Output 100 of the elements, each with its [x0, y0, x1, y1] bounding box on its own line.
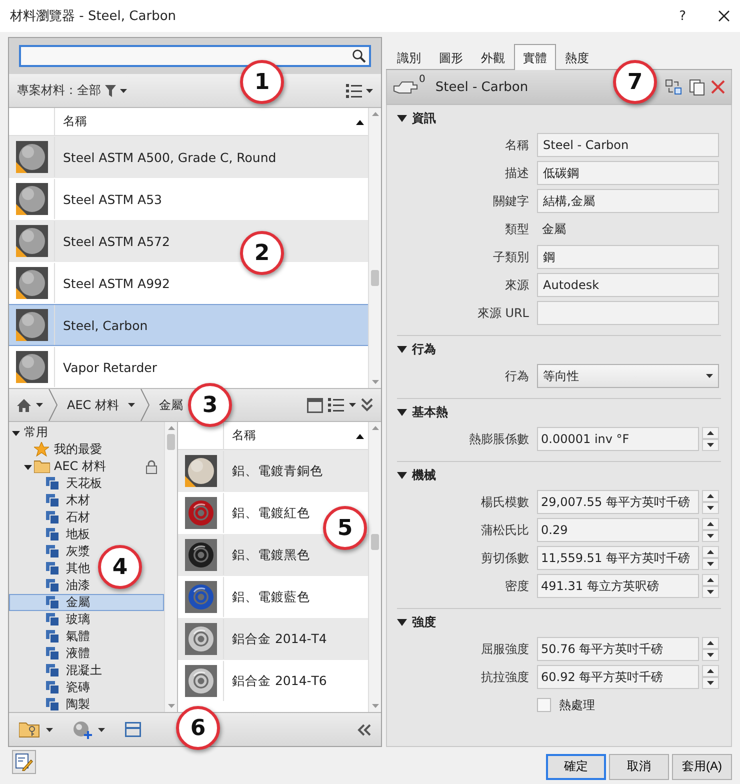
tree-item[interactable]: 油漆 — [9, 577, 91, 594]
tree-item[interactable]: 陶製 — [9, 696, 91, 712]
field-label: 密度 — [504, 578, 529, 594]
close-icon[interactable] — [718, 10, 730, 22]
text-field[interactable]: Autodesk — [537, 273, 719, 297]
material-row[interactable]: 鋁、電鍍青銅色 — [178, 450, 368, 492]
filter-icon[interactable] — [105, 84, 116, 96]
spin-buttons[interactable] — [702, 665, 719, 689]
number-field[interactable]: 50.76 每平方英吋千磅 — [537, 637, 699, 661]
collapse-icon[interactable] — [12, 428, 20, 436]
help-button[interactable]: ? — [679, 8, 686, 24]
scroll-thumb[interactable] — [371, 270, 379, 286]
text-field[interactable]: Steel - Carbon — [537, 133, 719, 157]
section-title: 機械 — [412, 466, 436, 484]
number-field[interactable]: 29,007.55 每平方英吋千磅 — [537, 490, 699, 514]
tree-item[interactable]: 石材 — [9, 509, 91, 526]
panel-icon[interactable] — [307, 398, 323, 412]
tree-item[interactable]: 其他 — [9, 560, 91, 577]
search-icon[interactable] — [352, 49, 366, 63]
double-chevron-down-icon[interactable] — [361, 398, 373, 412]
number-field[interactable]: 60.92 每平方英吋千磅 — [537, 665, 699, 689]
scroll-thumb[interactable] — [167, 434, 175, 450]
tree-item[interactable]: AEC 材料 — [9, 458, 164, 475]
checkbox[interactable] — [537, 698, 551, 712]
tree-item[interactable]: 混凝土 — [9, 662, 103, 679]
folder-key-icon[interactable] — [19, 722, 41, 738]
number-field[interactable]: 0.29 — [537, 518, 699, 542]
tab[interactable]: 熱度 — [556, 45, 598, 69]
scrollbar[interactable] — [368, 422, 381, 712]
number-field[interactable]: 11,559.51 每平方英吋千磅 — [537, 546, 699, 570]
tree-item[interactable]: 常用 — [9, 424, 69, 441]
dropdown[interactable]: 等向性 — [537, 364, 719, 388]
text-field[interactable] — [537, 301, 719, 325]
material-row[interactable]: 鋁合金 2014-T6 — [178, 660, 368, 702]
tree-item[interactable]: 金屬 — [9, 594, 164, 611]
column-header[interactable]: 名稱 — [55, 113, 352, 130]
collapse-icon[interactable] — [397, 113, 407, 123]
material-row[interactable]: 鋁、電鍍藍色 — [178, 576, 368, 618]
collapse-icon[interactable] — [397, 407, 407, 417]
edit-button[interactable] — [12, 750, 36, 774]
text-field[interactable]: 低碳鋼 — [537, 161, 719, 185]
material-row[interactable]: 鋁、電鍍黑色 — [178, 534, 368, 576]
filter-label: 專案材料：全部 — [17, 82, 101, 99]
breadcrumb-item[interactable]: AEC 材料 — [63, 396, 123, 414]
tree-item[interactable]: 氣體 — [9, 628, 91, 645]
tree-item[interactable]: 玻璃 — [9, 611, 91, 628]
number-field[interactable]: 0.00001 inv °F — [537, 427, 699, 451]
caret-icon[interactable] — [46, 728, 53, 732]
tree-item[interactable]: 液體 — [9, 645, 91, 662]
scrollbar[interactable] — [368, 108, 381, 388]
spin-buttons[interactable] — [702, 546, 719, 570]
caret-icon[interactable] — [366, 88, 373, 92]
replace-icon[interactable] — [665, 79, 683, 95]
tree-item[interactable]: 天花板 — [9, 475, 103, 492]
panel-icon[interactable] — [125, 722, 141, 737]
spin-buttons[interactable] — [702, 574, 719, 598]
material-row[interactable]: Steel ASTM A53 — [9, 178, 368, 220]
scrollbar[interactable] — [164, 422, 177, 712]
caret-icon[interactable] — [120, 88, 127, 92]
tab[interactable]: 實體 — [514, 44, 556, 70]
collapse-icon[interactable] — [397, 344, 407, 354]
add-material-icon[interactable] — [73, 720, 93, 738]
list-view-icon[interactable] — [346, 84, 362, 98]
spin-buttons[interactable] — [702, 518, 719, 542]
tree-item[interactable]: 木材 — [9, 492, 91, 509]
caret-icon[interactable] — [128, 403, 135, 407]
material-row[interactable]: Steel, Carbon — [9, 304, 368, 346]
spin-buttons[interactable] — [702, 427, 719, 451]
text-field[interactable]: 結構,金屬 — [537, 189, 719, 213]
tab[interactable]: 圖形 — [430, 45, 472, 69]
tab[interactable]: 識別 — [388, 45, 430, 69]
dialog-button[interactable]: 套用(A) — [672, 754, 732, 780]
dialog-button[interactable]: 確定 — [546, 754, 606, 780]
material-row[interactable]: Steel ASTM A500, Grade C, Round — [9, 136, 368, 178]
breadcrumb-item[interactable]: 金屬 — [154, 396, 187, 414]
text-field[interactable]: 鋼 — [537, 245, 719, 269]
tree-item[interactable]: 灰漿 — [9, 543, 91, 560]
material-row[interactable]: 鋁合金 2014-T4 — [178, 618, 368, 660]
collapse-icon[interactable] — [397, 470, 407, 480]
spin-buttons[interactable] — [702, 490, 719, 514]
dialog-button[interactable]: 取消 — [609, 754, 669, 780]
scroll-thumb[interactable] — [371, 534, 379, 550]
spin-buttons[interactable] — [702, 637, 719, 661]
double-chevron-left-icon[interactable] — [357, 724, 371, 736]
collapse-icon[interactable] — [397, 617, 407, 627]
home-icon[interactable] — [17, 398, 31, 412]
caret-icon[interactable] — [36, 403, 43, 407]
caret-icon[interactable] — [349, 403, 356, 407]
search-field[interactable] — [19, 45, 371, 67]
delete-icon[interactable] — [711, 80, 725, 94]
caret-icon[interactable] — [98, 728, 105, 732]
number-field[interactable]: 491.31 每立方英呎磅 — [537, 574, 699, 598]
tree-item[interactable]: 地板 — [9, 526, 91, 543]
duplicate-icon[interactable] — [689, 78, 705, 96]
tree-item[interactable]: 瓷磚 — [9, 679, 91, 696]
list-view-icon[interactable] — [328, 398, 344, 412]
collapse-icon[interactable] — [24, 462, 32, 470]
column-header[interactable]: 名稱 — [224, 427, 352, 444]
tab[interactable]: 外觀 — [472, 45, 514, 69]
tree-item[interactable]: 我的最愛 — [9, 441, 103, 458]
